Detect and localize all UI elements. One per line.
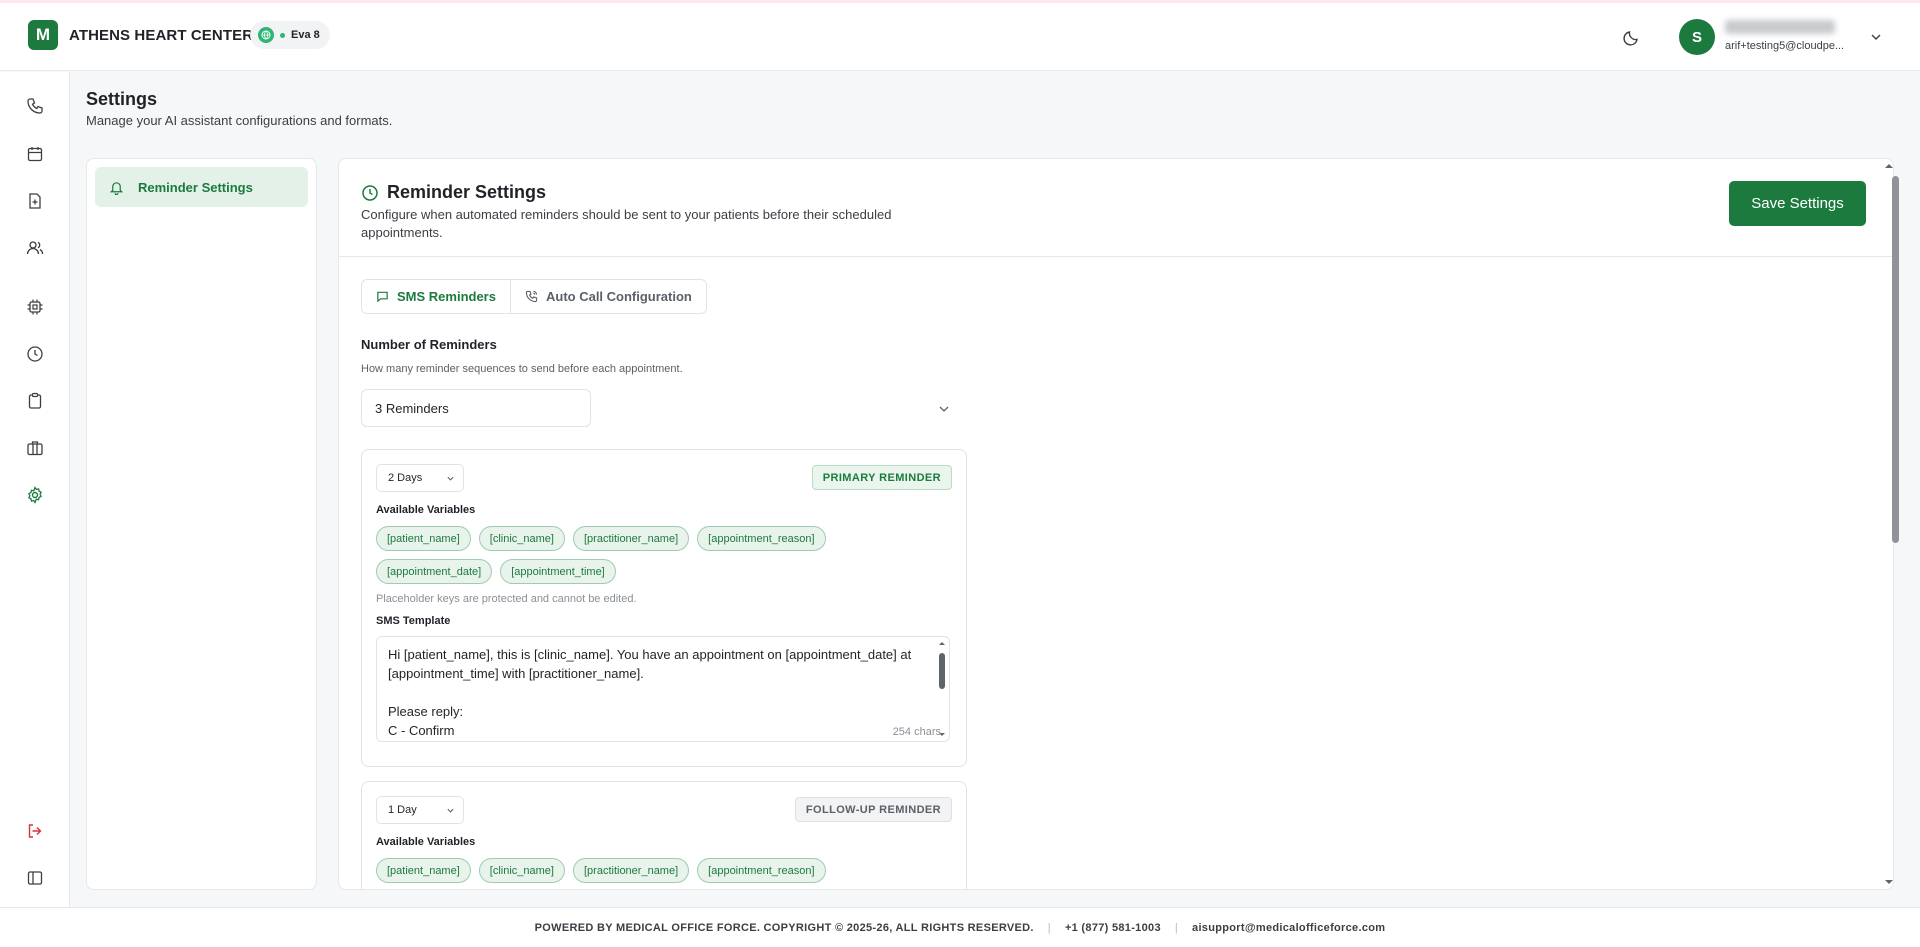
variable-chip[interactable]: [patient_name] xyxy=(376,526,471,551)
assistant-chip-label: Eva 8 xyxy=(291,29,320,41)
page-subtitle: Manage your AI assistant configurations … xyxy=(86,113,393,128)
footer-email[interactable]: aisupport@medicalofficeforce.com xyxy=(1192,922,1385,934)
variables-label: Available Variables xyxy=(376,504,476,516)
footer-separator: | xyxy=(1047,921,1051,934)
reminder-settings-panel: Reminder Settings Configure when automat… xyxy=(338,158,1894,890)
status-badge: PRIMARY REMINDER xyxy=(811,465,952,490)
message-icon xyxy=(377,291,388,303)
footer-separator: | xyxy=(1174,921,1179,934)
settings-nav-reminder[interactable]: Reminder Settings xyxy=(95,167,308,207)
settings-nav-label: Reminder Settings xyxy=(138,179,253,195)
phone-call-icon xyxy=(525,290,538,303)
variable-chip[interactable]: [clinic_name] xyxy=(478,526,565,551)
tab-sms-reminders[interactable]: SMS Reminders xyxy=(362,280,511,313)
logout-icon[interactable] xyxy=(24,820,46,842)
reminder-count-select[interactable]: 3 Reminders xyxy=(361,389,591,427)
reminder-timing-select[interactable]: 1 Day xyxy=(376,796,464,824)
bell-icon xyxy=(109,181,124,195)
scrollbar-thumb[interactable] xyxy=(939,653,945,689)
footer: POWERED BY MEDICAL OFFICE FORCE. COPYRIG… xyxy=(0,907,1920,947)
sms-template-text[interactable]: Hi [patient_name], this is [clinic_name]… xyxy=(388,645,928,740)
clock-icon xyxy=(362,185,378,201)
scrollbar-thumb[interactable] xyxy=(1892,176,1899,543)
char-count: 254 chars xyxy=(892,726,941,738)
tab-auto-call[interactable]: Auto Call Configuration xyxy=(511,280,706,313)
status-badge: FOLLOW-UP REMINDER xyxy=(794,797,952,822)
phone-icon[interactable] xyxy=(24,95,46,117)
app-logo[interactable]: M xyxy=(28,20,58,50)
file-plus-icon[interactable] xyxy=(24,190,46,212)
avatar[interactable]: S xyxy=(1679,19,1715,55)
reminder-tabs: SMS Reminders Auto Call Configuration xyxy=(361,279,707,314)
panel-description: Configure when automated reminders shoul… xyxy=(361,207,892,240)
app-header: M ATHENS HEART CENTER Eva 8 S arif+testi… xyxy=(0,3,1920,71)
user-name-redacted xyxy=(1725,20,1835,34)
chevron-down-icon[interactable] xyxy=(1870,31,1882,43)
variables-list: [patient_name] [clinic_name] [practition… xyxy=(376,526,946,584)
clock-icon[interactable] xyxy=(24,343,46,365)
reminder-timing-select[interactable]: 2 Days xyxy=(376,464,464,492)
cpu-icon[interactable] xyxy=(24,296,46,318)
theme-toggle-icon[interactable] xyxy=(1622,27,1642,47)
footer-copyright: POWERED BY MEDICAL OFFICE FORCE. COPYRIG… xyxy=(534,921,1034,934)
clipboard-icon[interactable] xyxy=(24,390,46,412)
chevron-down-icon xyxy=(447,808,454,813)
variables-label: Available Variables xyxy=(376,836,476,848)
briefcase-icon[interactable] xyxy=(24,437,46,459)
variable-chip[interactable]: [appointment_reason] xyxy=(697,526,826,551)
tab-label: SMS Reminders xyxy=(397,289,496,304)
chevron-down-icon xyxy=(447,476,454,481)
variable-chip[interactable]: [appointment_date] xyxy=(376,559,493,584)
tab-label: Auto Call Configuration xyxy=(545,289,692,304)
timing-value: 2 Days xyxy=(388,472,423,484)
sms-template-textarea[interactable]: Hi [patient_name], this is [clinic_name]… xyxy=(376,636,950,742)
variable-chip[interactable]: [appointment_reason] xyxy=(697,858,826,883)
timing-value: 1 Day xyxy=(388,804,417,816)
protected-note: Placeholder keys are protected and canno… xyxy=(376,593,637,605)
save-settings-button[interactable]: Save Settings xyxy=(1729,181,1866,226)
page-title: Settings xyxy=(86,89,158,109)
reminder-card-followup: 1 Day FOLLOW-UP REMINDER Available Varia… xyxy=(361,781,967,889)
status-dot xyxy=(280,32,285,38)
variable-chip[interactable]: [appointment_time] xyxy=(500,559,616,584)
variable-chip[interactable]: [patient_name] xyxy=(376,858,471,883)
sidebar-toggle-icon[interactable] xyxy=(24,867,46,889)
calendar-icon[interactable] xyxy=(24,143,46,165)
variable-chip[interactable]: [practitioner_name] xyxy=(572,526,690,551)
users-icon[interactable] xyxy=(24,237,46,259)
reminder-count-hint: How many reminder sequences to send befo… xyxy=(361,363,683,375)
chevron-down-icon[interactable] xyxy=(938,403,950,415)
reminder-count-label: Number of Reminders xyxy=(361,337,497,352)
variable-chip[interactable]: [clinic_name] xyxy=(478,858,565,883)
variable-chip[interactable]: [practitioner_name] xyxy=(572,858,690,883)
gear-icon[interactable] xyxy=(24,484,46,506)
panel-header: Reminder Settings Configure when automat… xyxy=(339,159,1893,257)
template-label: SMS Template xyxy=(376,615,451,627)
globe-icon xyxy=(258,27,274,43)
sidebar xyxy=(0,72,70,907)
settings-nav: Reminder Settings xyxy=(86,158,317,890)
clinic-name: ATHENS HEART CENTER xyxy=(69,27,254,44)
user-email: arif+testing5@cloudpe... xyxy=(1725,40,1845,52)
reminder-card-primary: 2 Days PRIMARY REMINDER Available Variab… xyxy=(361,449,967,767)
panel-title: Reminder Settings xyxy=(387,182,547,202)
footer-phone[interactable]: +1 (877) 581-1003 xyxy=(1065,922,1161,934)
variables-list: [patient_name] [clinic_name] [practition… xyxy=(376,858,946,883)
assistant-chip[interactable]: Eva 8 xyxy=(250,21,330,49)
